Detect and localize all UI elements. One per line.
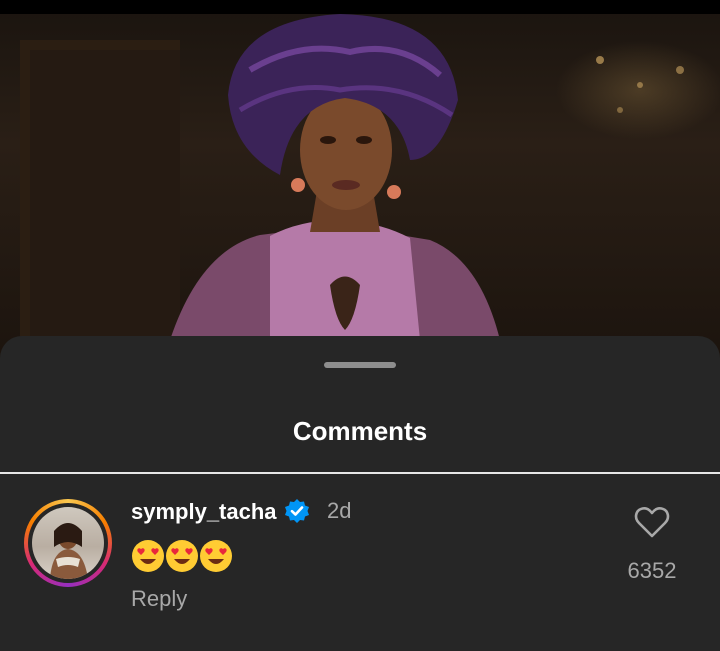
status-strip <box>0 0 720 14</box>
heart-icon[interactable] <box>634 505 670 539</box>
sheet-title: Comments <box>292 416 428 446</box>
avatar[interactable] <box>24 499 112 587</box>
photo-subject <box>170 14 684 340</box>
heart-eyes-emoji <box>166 540 198 572</box>
avatar-image <box>32 507 104 579</box>
comments-sheet: Comments symply_tacha 2d Reply 6352 <box>0 336 720 651</box>
verified-badge-icon <box>285 499 309 523</box>
comment-item: symply_tacha 2d Reply 6352 <box>0 474 720 651</box>
reply-button[interactable]: Reply <box>131 586 187 612</box>
heart-eyes-emoji <box>132 540 164 572</box>
comment-username[interactable]: symply_tacha <box>131 499 277 525</box>
like-count: 6352 <box>627 558 677 583</box>
avatar-border <box>28 503 108 583</box>
sheet-drag-handle[interactable] <box>324 362 396 368</box>
avatar-person <box>50 523 88 579</box>
post-photo <box>0 0 720 360</box>
comment-text <box>131 539 233 573</box>
comment-timestamp: 2d <box>327 498 352 523</box>
heart-eyes-emoji <box>200 540 232 572</box>
